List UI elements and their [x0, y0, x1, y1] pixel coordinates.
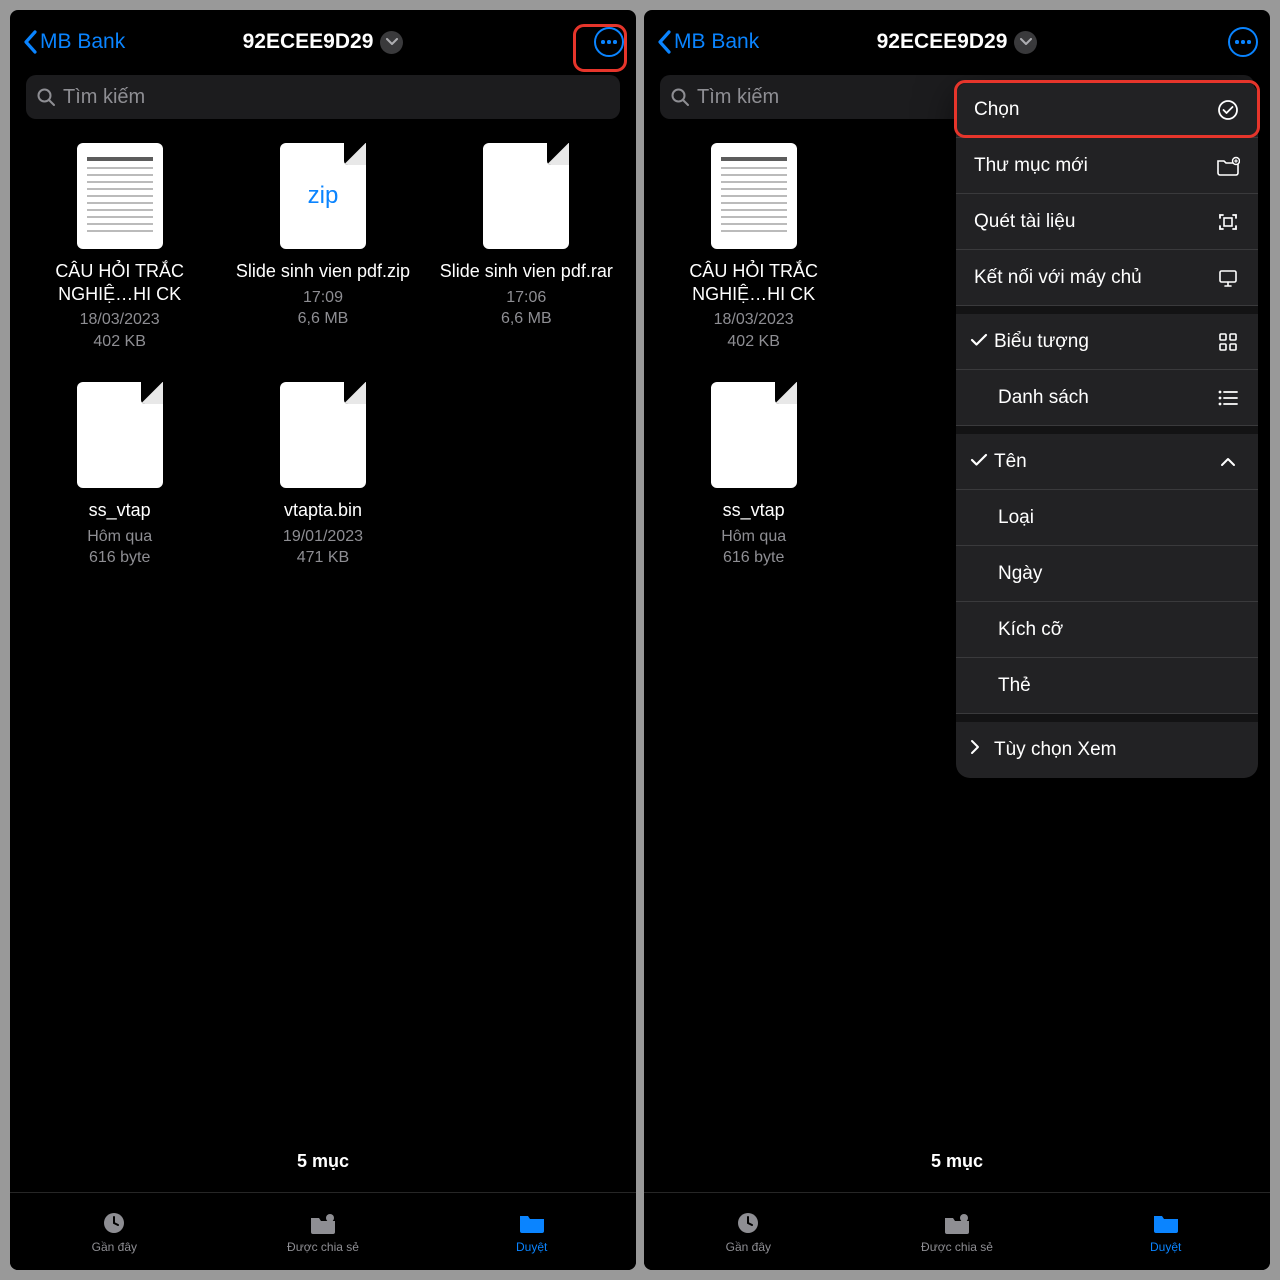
- menu-sort-tags[interactable]: Thẻ: [956, 658, 1258, 714]
- file-size: 6,6 MB: [501, 308, 552, 330]
- folder-plus-icon: [1216, 156, 1240, 176]
- title-dropdown[interactable]: [1014, 31, 1037, 54]
- file-item[interactable]: vtapta.bin 19/01/2023 471 KB: [221, 382, 424, 599]
- clock-icon: [99, 1210, 129, 1236]
- grid-icon: [1216, 332, 1240, 352]
- screen-left: MB Bank 92ECEE9D29 Tìm kiếm CÂU HỎI TRẮC…: [10, 10, 636, 1270]
- folder-icon: [1151, 1210, 1181, 1236]
- folder-icon: [517, 1210, 547, 1236]
- server-icon: [1216, 267, 1240, 289]
- menu-separator: [956, 306, 1258, 314]
- file-size: 616 byte: [89, 547, 150, 569]
- search-icon: [670, 87, 690, 107]
- tab-bar: Gần đây Được chia sẻ Duyệt: [10, 1192, 636, 1270]
- menu-view-options[interactable]: Tùy chọn Xem: [956, 722, 1258, 778]
- file-name: ss_vtap: [723, 499, 785, 522]
- file-name: Slide sinh vien pdf.zip: [236, 260, 410, 283]
- tab-browse[interactable]: Duyệt: [1061, 1193, 1270, 1270]
- menu-select[interactable]: Chọn: [956, 82, 1258, 138]
- context-menu: Chọn Thư mục mới Quét tài liệu Kết nối v…: [956, 82, 1258, 778]
- file-date: 17:09: [303, 287, 343, 309]
- menu-sort-type[interactable]: Loại: [956, 490, 1258, 546]
- screen-right: MB Bank 92ECEE9D29 Tìm kiếm CÂU HỎI TRẮC…: [644, 10, 1270, 1270]
- tab-browse[interactable]: Duyệt: [427, 1193, 636, 1270]
- file-item[interactable]: ss_vtap Hôm qua 616 byte: [18, 382, 221, 599]
- menu-new-folder[interactable]: Thư mục mới: [956, 138, 1258, 194]
- file-item[interactable]: ss_vtap Hôm qua 616 byte: [652, 382, 855, 599]
- tab-recent[interactable]: Gần đây: [644, 1193, 853, 1270]
- menu-separator: [956, 714, 1258, 722]
- menu-sort-name[interactable]: Tên: [956, 434, 1258, 490]
- file-item[interactable]: zip Slide sinh vien pdf.zip 17:09 6,6 MB: [221, 143, 424, 382]
- tab-shared[interactable]: Được chia sẻ: [219, 1193, 428, 1270]
- clock-icon: [733, 1210, 763, 1236]
- tab-bar: Gần đây Được chia sẻ Duyệt: [644, 1192, 1270, 1270]
- file-date: 17:06: [506, 287, 546, 309]
- item-count: 5 mục: [644, 1137, 1270, 1192]
- back-button[interactable]: MB Bank: [22, 29, 125, 55]
- file-size: 402 KB: [727, 331, 779, 353]
- file-thumb-zip: zip: [280, 143, 366, 249]
- file-date: Hôm qua: [87, 526, 152, 548]
- file-size: 616 byte: [723, 547, 784, 569]
- search-placeholder: Tìm kiếm: [63, 86, 145, 109]
- file-size: 471 KB: [297, 547, 349, 569]
- chevron-right-icon: [970, 739, 992, 761]
- file-name: Slide sinh vien pdf.rar: [440, 260, 613, 283]
- checkmark-icon: [970, 451, 992, 473]
- file-date: 18/03/2023: [714, 309, 794, 331]
- title-dropdown[interactable]: [380, 31, 403, 54]
- file-item[interactable]: CÂU HỎI TRẮC NGHIỆ…HI CK 18/03/2023 402 …: [652, 143, 855, 382]
- file-size: 6,6 MB: [298, 308, 349, 330]
- nav-bar: MB Bank 92ECEE9D29: [644, 10, 1270, 71]
- file-date: 19/01/2023: [283, 526, 363, 548]
- file-name: CÂU HỎI TRẮC NGHIỆ…HI CK: [22, 260, 217, 305]
- item-count: 5 mục: [10, 1137, 636, 1192]
- chevron-left-icon: [22, 29, 40, 55]
- search-field[interactable]: Tìm kiếm: [26, 75, 620, 119]
- tab-shared[interactable]: Được chia sẻ: [853, 1193, 1062, 1270]
- folder-person-icon: [942, 1210, 972, 1236]
- file-size: 402 KB: [93, 331, 145, 353]
- menu-connect[interactable]: Kết nối với máy chủ: [956, 250, 1258, 306]
- more-button[interactable]: [1228, 27, 1258, 57]
- tab-recent[interactable]: Gần đây: [10, 1193, 219, 1270]
- chevron-left-icon: [656, 29, 674, 55]
- scan-icon: [1216, 211, 1240, 233]
- file-item[interactable]: CÂU HỎI TRẮC NGHIỆ…HI CK 18/03/2023 402 …: [18, 143, 221, 382]
- search-icon: [36, 87, 56, 107]
- file-thumb-doc: [711, 143, 797, 249]
- menu-separator: [956, 426, 1258, 434]
- file-item[interactable]: Slide sinh vien pdf.rar 17:06 6,6 MB: [425, 143, 628, 382]
- file-name: CÂU HỎI TRẮC NGHIỆ…HI CK: [656, 260, 851, 305]
- back-button[interactable]: MB Bank: [656, 29, 759, 55]
- menu-view-icons[interactable]: Biểu tượng: [956, 314, 1258, 370]
- file-date: 18/03/2023: [80, 309, 160, 331]
- chevron-up-icon: [1216, 457, 1240, 467]
- back-label: MB Bank: [674, 30, 759, 54]
- file-thumb-doc: [77, 143, 163, 249]
- file-thumb-blank: [483, 143, 569, 249]
- page-title: 92ECEE9D29: [877, 30, 1008, 54]
- folder-person-icon: [308, 1210, 338, 1236]
- menu-view-list[interactable]: Danh sách: [956, 370, 1258, 426]
- check-circle-icon: [1216, 99, 1240, 121]
- menu-sort-size[interactable]: Kích cỡ: [956, 602, 1258, 658]
- checkmark-icon: [970, 331, 992, 353]
- file-thumb-blank: [711, 382, 797, 488]
- menu-sort-date[interactable]: Ngày: [956, 546, 1258, 602]
- file-name: ss_vtap: [89, 499, 151, 522]
- file-grid: CÂU HỎI TRẮC NGHIỆ…HI CK 18/03/2023 402 …: [10, 119, 636, 599]
- more-button[interactable]: [594, 27, 624, 57]
- search-placeholder: Tìm kiếm: [697, 86, 779, 109]
- file-thumb-blank: [77, 382, 163, 488]
- file-thumb-blank: [280, 382, 366, 488]
- back-label: MB Bank: [40, 30, 125, 54]
- page-title: 92ECEE9D29: [243, 30, 374, 54]
- list-icon: [1216, 389, 1240, 407]
- file-date: Hôm qua: [721, 526, 786, 548]
- file-name: vtapta.bin: [284, 499, 362, 522]
- menu-scan[interactable]: Quét tài liệu: [956, 194, 1258, 250]
- nav-bar: MB Bank 92ECEE9D29: [10, 10, 636, 71]
